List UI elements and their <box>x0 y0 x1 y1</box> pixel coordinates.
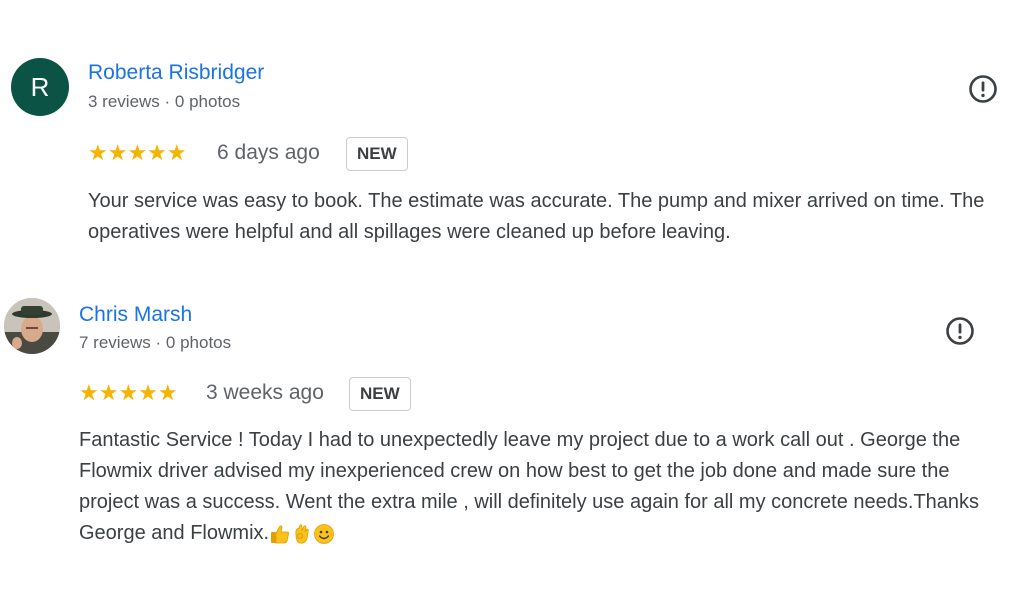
new-badge: NEW <box>349 377 411 411</box>
smiling-face-emoji <box>314 523 334 544</box>
review-text: Fantastic Service ! Today I had to unexp… <box>79 425 1004 549</box>
star-rating: ★★★★★ <box>79 382 178 404</box>
review-text-body: Fantastic Service ! Today I had to unexp… <box>79 429 980 544</box>
review-card: Chris Marsh 7 reviews · 0 photos ★★★★★ 3… <box>0 0 1024 600</box>
avatar-photo-icon <box>4 298 60 354</box>
report-icon[interactable] <box>945 316 975 346</box>
new-badge-label: NEW <box>360 384 400 403</box>
reviewer-meta: 7 reviews · 0 photos <box>79 333 232 352</box>
thumbs-up-emoji <box>271 525 290 544</box>
review-date: 3 weeks ago <box>206 381 324 404</box>
avatar[interactable] <box>4 298 60 354</box>
stars: ★★★★★ <box>79 380 178 405</box>
reviewer-name[interactable]: Chris Marsh <box>79 303 192 327</box>
ok-hand-emoji <box>295 524 309 544</box>
